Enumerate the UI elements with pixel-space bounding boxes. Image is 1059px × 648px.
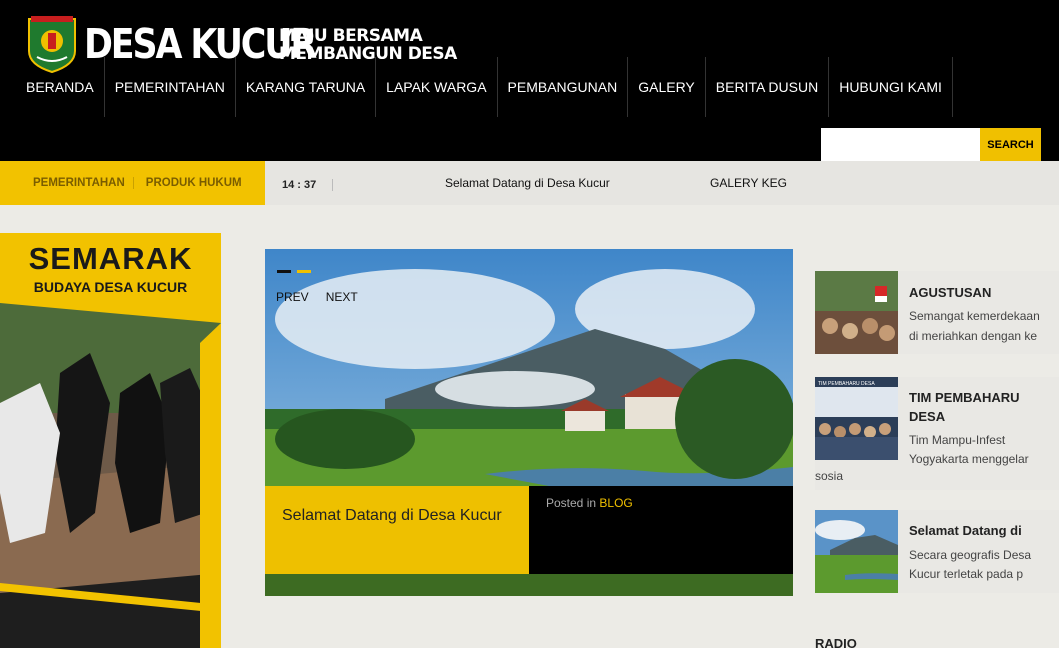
post-excerpt: Semangat kemerdekaan: [909, 309, 1040, 323]
post-thumbnail[interactable]: TIM PEMBAHARU DESA: [815, 377, 898, 460]
radio-heading: RADIO: [815, 636, 857, 648]
nav-item-karang-taruna[interactable]: KARANG TARUNA: [236, 57, 377, 117]
banner-title: SEMARAK: [28, 241, 193, 276]
banner-yellow-shape: [0, 233, 221, 648]
quick-link-produk-hukum[interactable]: PRODUK HUKUM: [146, 177, 250, 189]
ticker-item[interactable]: Selamat Datang di Desa Kucur: [445, 176, 610, 190]
search-button[interactable]: SEARCH: [980, 128, 1041, 161]
slide-indicators: [277, 270, 311, 273]
posted-in-label: Posted in: [546, 496, 597, 510]
slide-dot[interactable]: [277, 270, 291, 273]
post-title[interactable]: AGUSTUSAN: [909, 283, 1054, 302]
quick-link-pemerintahan[interactable]: PEMERINTAHAN: [33, 177, 134, 189]
post-excerpt: Secara geografis Desa: [909, 548, 1032, 562]
slide-dot[interactable]: [297, 270, 311, 273]
search-input[interactable]: [821, 128, 980, 161]
post-excerpt: di meriahkan dengan ke: [909, 329, 1038, 343]
thumb-caption: TIM PEMBAHARU DESA: [818, 381, 875, 387]
nav-item-lapak-warga[interactable]: LAPAK WARGA: [376, 57, 498, 117]
post-excerpt: Kucur terletak pada p: [909, 567, 1024, 581]
tagline-line-1: MAJU BERSAMA: [279, 26, 423, 46]
slide-meta: Posted in BLOG: [529, 486, 793, 574]
post-thumbnail[interactable]: [815, 510, 898, 593]
nav-item-berita-dusun[interactable]: BERITA DUSUN: [706, 57, 830, 117]
banner-subtitle: BUDAYA DESA KUCUR: [33, 279, 188, 295]
ticker-bar: PEMERINTAHAN PRODUK HUKUM 14 : 37 Selama…: [0, 161, 1059, 205]
sidebar-post[interactable]: Selamat Datang di Secara geografis Desa …: [815, 510, 1059, 593]
nav-item-galery[interactable]: GALERY: [628, 57, 706, 117]
slider-controls: PREV NEXT: [276, 290, 375, 304]
nav-item-hubungi-kami[interactable]: HUBUNGI KAMI: [829, 57, 953, 117]
featured-slider: PREV NEXT Selamat Datang di Desa Kucur Po…: [265, 249, 793, 596]
prev-button[interactable]: PREV: [276, 290, 309, 304]
post-thumbnail[interactable]: [815, 271, 898, 354]
sidebar-post[interactable]: TIM PEMBAHARU DESA TIM PEMBAHARU DESA Ti…: [815, 377, 1059, 490]
nav-item-pembangunan[interactable]: PEMBANGUNAN: [498, 57, 629, 117]
post-excerpt: sosia: [815, 469, 844, 483]
sidebar-post[interactable]: AGUSTUSAN Semangat kemerdekaan di meriah…: [815, 271, 1059, 354]
post-title[interactable]: TIM PEMBAHARU DESA: [909, 388, 1054, 426]
post-title[interactable]: Selamat Datang di: [909, 521, 1054, 540]
post-title-line[interactable]: TIM PEMBAHARU: [909, 388, 1054, 407]
next-button[interactable]: NEXT: [326, 290, 358, 304]
ticker-item[interactable]: GALERY KEG: [710, 176, 787, 190]
main-nav: BERANDA PEMERINTAHAN KARANG TARUNA LAPAK…: [0, 57, 953, 117]
quick-links: PEMERINTAHAN PRODUK HUKUM: [0, 161, 265, 205]
slide-caption[interactable]: Selamat Datang di Desa Kucur: [265, 486, 529, 574]
category-link[interactable]: BLOG: [599, 496, 632, 510]
clock: 14 : 37: [282, 179, 334, 191]
nav-item-beranda[interactable]: BERANDA: [0, 57, 105, 117]
culture-banner[interactable]: SEMARAK BUDAYA DESA KUCUR: [0, 233, 221, 648]
site-header: DESA KUCUR MAJU BERSAMA MEMBANGUN DESA B…: [0, 0, 1059, 161]
post-excerpt: Yogyakarta menggelar: [909, 452, 1029, 466]
nav-item-pemerintahan[interactable]: PEMERINTAHAN: [105, 57, 236, 117]
post-title-line[interactable]: DESA: [909, 407, 1054, 426]
post-excerpt: Tim Mampu-Infest: [909, 433, 1006, 447]
slide-caption-text[interactable]: Selamat Datang di Desa Kucur: [282, 507, 502, 524]
